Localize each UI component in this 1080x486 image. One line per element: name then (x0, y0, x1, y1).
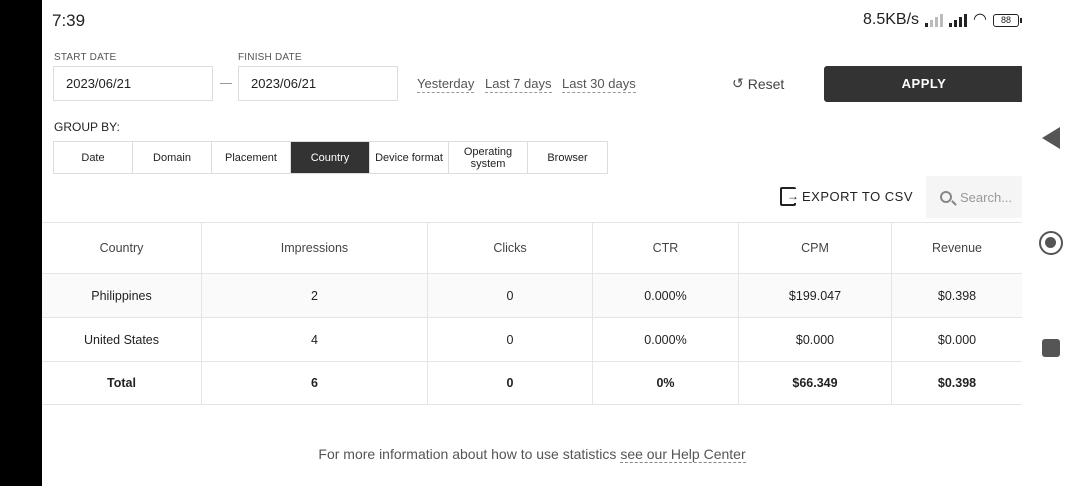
table-cell: 0.000% (593, 318, 739, 361)
table-cell: $0.000 (937, 332, 977, 347)
date-separator (220, 83, 232, 84)
undo-icon: ↺ (732, 75, 744, 91)
total-cell: Total (42, 362, 202, 404)
column-header-revenue[interactable]: Revenue (892, 223, 1022, 273)
start-date-label: START DATE (54, 52, 117, 63)
help-footer: For more information about how to use st… (42, 446, 1022, 463)
table-cell: 0 (428, 274, 593, 317)
group-by-selector: Date Domain Placement Country Device for… (53, 141, 608, 174)
start-date-input[interactable]: 2023/06/21 (53, 66, 213, 101)
back-icon[interactable] (1042, 127, 1060, 149)
column-header-ctr[interactable]: CTR (593, 223, 739, 273)
search-input[interactable] (960, 189, 1020, 205)
signal-icon (949, 13, 968, 27)
group-by-operating-system[interactable]: Operating system (449, 142, 528, 173)
total-cell: 0% (593, 362, 739, 404)
reset-button[interactable]: ↺ Reset (732, 75, 784, 92)
table-cell: $0.398 (937, 288, 977, 303)
table-cell: 4 (202, 318, 428, 361)
status-time: 7:39 (52, 11, 86, 30)
table-cell: $199.047 (739, 274, 892, 317)
column-header-country[interactable]: Country (42, 223, 202, 273)
status-bar-right: 8.5KB/s ◠ 88 (863, 11, 1022, 29)
export-file-icon (780, 187, 800, 206)
search-icon (940, 191, 952, 203)
column-header-clicks[interactable]: Clicks (428, 223, 593, 273)
group-by-placement[interactable]: Placement (212, 142, 291, 173)
app-screen: 7:39 8.5KB/s ◠ 88 START DATE 2023/06/21 … (42, 0, 1022, 486)
total-cell: 6 (202, 362, 428, 404)
help-text: For more information about how to use st… (318, 446, 621, 462)
table-row: Philippines 2 0 0.000% $199.047 $0.398 (42, 274, 1022, 318)
table-cell: 0 (428, 318, 593, 361)
stats-table: Country Impressions Clicks CTR CPM Reven… (42, 222, 1022, 405)
table-row: United States 4 0 0.000% $0.000 $0.000 (42, 318, 1022, 362)
export-csv-button[interactable]: EXPORT TO CSV (780, 187, 913, 206)
android-nav-bar (1022, 0, 1080, 486)
total-cell: 0 (428, 362, 593, 404)
group-by-label: GROUP BY: (54, 120, 120, 134)
column-header-cpm[interactable]: CPM (739, 223, 892, 273)
group-by-device-format[interactable]: Device format (370, 142, 449, 173)
quick-range-yesterday[interactable]: Yesterday (417, 76, 475, 93)
battery-level: 88 (993, 13, 1019, 27)
reset-label: Reset (747, 75, 785, 92)
table-cell: United States (42, 318, 202, 361)
group-by-date[interactable]: Date (54, 142, 133, 173)
table-cell: Philippines (42, 274, 202, 317)
wifi-icon: ◠ (973, 11, 987, 28)
recent-apps-icon[interactable] (1042, 339, 1060, 357)
quick-range-last-30-days[interactable]: Last 30 days (562, 76, 636, 93)
group-by-country[interactable]: Country (291, 142, 370, 173)
total-cell: $66.349 (739, 362, 892, 404)
quick-range-last-7-days[interactable]: Last 7 days (485, 76, 552, 93)
apply-button[interactable]: APPLY (824, 66, 1022, 102)
column-header-impressions[interactable]: Impressions (202, 223, 428, 273)
group-by-browser[interactable]: Browser (528, 142, 607, 173)
table-cell: 0.000% (593, 274, 739, 317)
table-cell: 2 (202, 274, 428, 317)
search-box (926, 176, 1022, 218)
total-cell: $0.398 (937, 376, 977, 390)
table-cell: $0.000 (739, 318, 892, 361)
finish-date-label: FINISH DATE (238, 52, 302, 63)
network-speed: 8.5KB/s (863, 11, 920, 28)
table-total-row: Total 6 0 0% $66.349 $0.398 (42, 362, 1022, 405)
help-center-link[interactable]: see our Help Center (620, 446, 746, 463)
battery-icon: 88 (993, 13, 1022, 27)
group-by-domain[interactable]: Domain (133, 142, 212, 173)
table-header-row: Country Impressions Clicks CTR CPM Reven… (42, 223, 1022, 274)
signal-icon (925, 13, 944, 27)
export-csv-label: EXPORT TO CSV (802, 189, 914, 204)
finish-date-input[interactable]: 2023/06/21 (238, 66, 398, 101)
home-icon[interactable] (1039, 231, 1063, 255)
